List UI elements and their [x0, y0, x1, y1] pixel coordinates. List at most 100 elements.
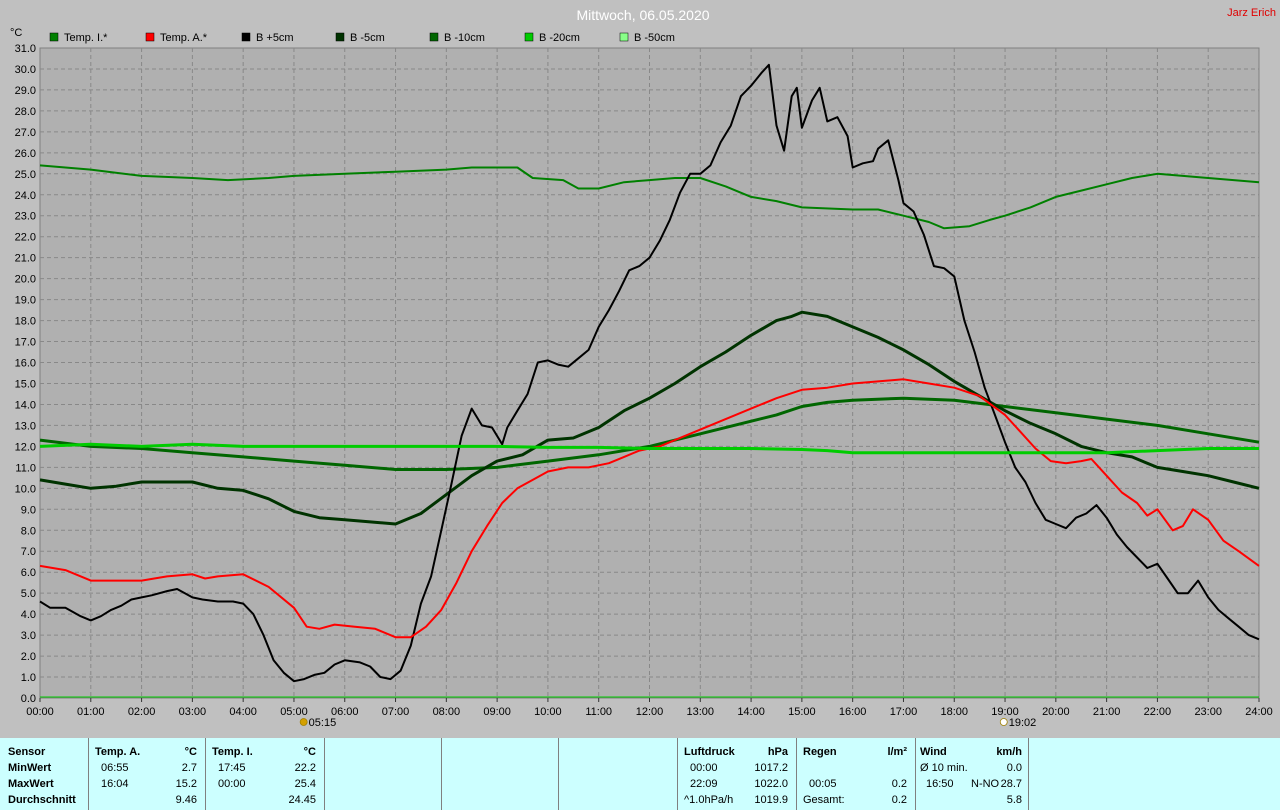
stats-unit: °C — [184, 746, 197, 758]
y-tick-label: 23.0 — [15, 211, 36, 223]
x-tick-label: 05:00 — [280, 706, 308, 718]
stats-value: 1022.0 — [754, 778, 788, 790]
x-tick-label: 03:00 — [179, 706, 207, 718]
x-tick-label: 23:00 — [1194, 706, 1222, 718]
stats-empty-column — [559, 738, 678, 810]
legend-label: B +5cm — [256, 32, 294, 44]
stats-time: 00:05 — [809, 778, 837, 790]
y-unit-label: °C — [10, 27, 22, 39]
x-tick-label: 00:00 — [26, 706, 54, 718]
stats-time: Gesamt: — [803, 794, 845, 806]
legend-label: Temp. A.* — [160, 32, 208, 44]
y-tick-label: 8.0 — [21, 525, 36, 537]
stats-value: 1019.9 — [754, 794, 788, 806]
y-tick-label: 20.0 — [15, 274, 36, 286]
y-tick-label: 27.0 — [15, 127, 36, 139]
y-tick-label: 13.0 — [15, 420, 36, 432]
stats-wind-direction: N-NO — [971, 778, 1000, 790]
stats-wind-column: Wind km/h Ø 10 min. 16:50 N-NO 0.0 28.7 … — [916, 738, 1029, 810]
sunrise-icon — [299, 718, 308, 726]
stats-time: 06:55 — [101, 762, 129, 774]
stats-time: 16:04 — [101, 778, 129, 790]
y-tick-label: 6.0 — [21, 567, 36, 579]
author-label: Jarz Erich — [1227, 7, 1276, 19]
stats-value: 1017.2 — [754, 762, 788, 774]
x-tick-label: 15:00 — [788, 706, 816, 718]
x-tick-label: 07:00 — [382, 706, 410, 718]
stats-sensor-header: Sensor — [8, 746, 46, 758]
stats-value: 28.7 — [1000, 778, 1022, 790]
stats-rain-column: Regen l/m² 00:05 Gesamt: 0.2 0.2 — [797, 738, 916, 810]
stats-header: Temp. A. — [95, 746, 141, 758]
y-tick-label: 22.0 — [15, 232, 36, 244]
stats-value: 2.7 — [181, 762, 197, 774]
stats-value: 22.2 — [294, 762, 316, 774]
y-tick-label: 18.0 — [15, 316, 36, 328]
x-tick-label: 12:00 — [636, 706, 664, 718]
y-tick-label: 7.0 — [21, 546, 36, 558]
legend-swatch — [429, 32, 439, 42]
y-tick-label: 25.0 — [15, 169, 36, 181]
sunset-icon — [999, 718, 1008, 726]
y-tick-label: 16.0 — [15, 358, 36, 370]
stats-time: Ø 10 min. — [920, 762, 968, 774]
legend-swatch — [524, 32, 534, 42]
y-tick-label: 19.0 — [15, 295, 36, 307]
x-tick-label: 24:00 — [1245, 706, 1273, 718]
stats-temp-a-column: Temp. A. °C 06:55 16:04 2.7 15.2 9.46 — [89, 738, 206, 810]
x-tick-label: 13:00 — [687, 706, 715, 718]
y-tick-label: 1.0 — [21, 672, 36, 684]
stats-value: 9.46 — [175, 794, 197, 806]
y-tick-label: 2.0 — [21, 651, 36, 663]
x-tick-label: 14:00 — [737, 706, 765, 718]
stats-empty-column — [442, 738, 559, 810]
sunset-label: 19:02 — [1009, 717, 1037, 729]
stats-unit: km/h — [996, 746, 1022, 758]
y-tick-label: 31.0 — [15, 43, 36, 55]
legend-swatch — [49, 32, 59, 42]
stats-header: Regen — [803, 746, 837, 758]
x-tick-label: 11:00 — [585, 706, 612, 718]
y-tick-label: 9.0 — [21, 504, 36, 516]
temperature-chart: Mittwoch, 06.05.2020 Jarz Erich °C Temp.… — [0, 0, 1280, 738]
x-tick-label: 18:00 — [940, 706, 968, 718]
legend-label: B -50cm — [634, 32, 675, 44]
stats-unit: °C — [303, 746, 316, 758]
y-tick-label: 5.0 — [21, 588, 36, 600]
legend-swatch — [145, 32, 155, 42]
stats-time: 16:50 — [926, 778, 954, 790]
legend-swatch — [619, 32, 629, 42]
stats-value: 24.45 — [288, 794, 316, 806]
stats-value: 5.8 — [1006, 794, 1022, 806]
x-tick-label: 16:00 — [839, 706, 867, 718]
stats-time: 22:09 — [690, 778, 718, 790]
stats-time: 00:00 — [218, 778, 246, 790]
y-tick-label: 24.0 — [15, 190, 36, 202]
x-tick-label: 09:00 — [483, 706, 511, 718]
legend-swatch — [335, 32, 345, 42]
x-tick-label: 21:00 — [1093, 706, 1121, 718]
x-tick-label: 04:00 — [229, 706, 257, 718]
stats-header: Wind — [920, 746, 947, 758]
legend-label: B -5cm — [350, 32, 385, 44]
chart-title: Mittwoch, 06.05.2020 — [576, 7, 709, 23]
stats-pressure-column: Luftdruck hPa 00:00 22:09 ^1.0hPa/h 1017… — [678, 738, 797, 810]
y-tick-label: 10.0 — [15, 483, 36, 495]
x-tick-label: 17:00 — [890, 706, 918, 718]
y-tick-label: 17.0 — [15, 337, 36, 349]
stats-header: Temp. I. — [212, 746, 253, 758]
stats-row-label: MinWert — [8, 762, 52, 774]
stats-row-label: Durchschnitt — [8, 794, 76, 806]
y-tick-label: 28.0 — [15, 106, 36, 118]
y-tick-label: 3.0 — [21, 630, 36, 642]
stats-sensor-column: Sensor MinWert MaxWert Durchschnitt — [0, 738, 89, 810]
y-tick-label: 26.0 — [15, 148, 36, 160]
y-tick-label: 11.0 — [15, 462, 36, 474]
sunrise-label: 05:15 — [309, 717, 337, 729]
legend-label: B -10cm — [444, 32, 485, 44]
stats-time: 17:45 — [218, 762, 246, 774]
stats-value: 0.0 — [1006, 762, 1022, 774]
legend-label: B -20cm — [539, 32, 580, 44]
stats-empty-column — [325, 738, 442, 810]
stats-panel: Sensor MinWert MaxWert Durchschnitt Temp… — [0, 738, 1280, 810]
